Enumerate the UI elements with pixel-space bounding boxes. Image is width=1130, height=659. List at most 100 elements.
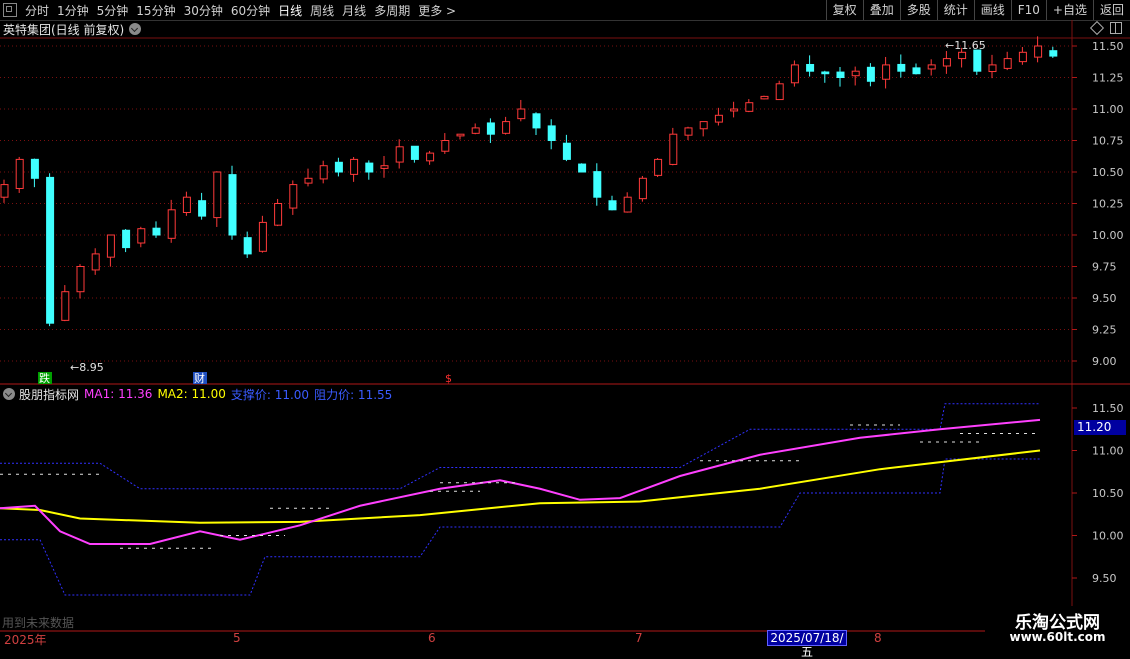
period-tab-3[interactable]: 15分钟 bbox=[132, 2, 179, 19]
candle-body bbox=[851, 70, 860, 77]
period-tab-8[interactable]: 月线 bbox=[338, 2, 370, 19]
event-marker-bg bbox=[38, 372, 52, 384]
ma2-label: MA2: 11.00 bbox=[157, 387, 226, 401]
candle-body bbox=[593, 171, 602, 198]
toolbar-button-5[interactable]: F10 bbox=[1010, 0, 1046, 20]
candle-body bbox=[897, 63, 906, 72]
indicator-name: 股朋指标网 bbox=[19, 387, 80, 402]
candle-body bbox=[182, 196, 191, 213]
event-marker: 财 bbox=[194, 371, 205, 385]
watermark-url: www.60lt.com bbox=[1009, 630, 1106, 644]
candle-body bbox=[654, 158, 663, 176]
price-tick-label: 9.75 bbox=[1092, 261, 1117, 274]
price-tick-label: 11.50 bbox=[1092, 40, 1124, 53]
candle-body bbox=[988, 64, 997, 73]
indicator-title-bar: 股朋指标网 MA1: 11.36 MA2: 11.00 支撑价: 11.00 阻… bbox=[3, 386, 397, 402]
candle-body bbox=[76, 266, 85, 293]
indicator-tick-label: 11.50 bbox=[1092, 402, 1124, 415]
candle-body bbox=[958, 51, 967, 60]
candle-body bbox=[319, 165, 328, 180]
toolbar-button-3[interactable]: 统计 bbox=[936, 0, 974, 20]
candle-body bbox=[745, 102, 754, 112]
price-tick-label: 11.25 bbox=[1092, 72, 1124, 85]
candle-body bbox=[0, 184, 9, 198]
chart-title: 英特集团(日线 前复权) bbox=[0, 20, 142, 38]
candle-body bbox=[927, 64, 936, 70]
ma1-label: MA1: 11.36 bbox=[84, 387, 153, 401]
stock-title: 英特集团(日线 前复权) bbox=[3, 22, 125, 37]
date-label-year: 2025年 bbox=[4, 633, 47, 647]
candle-body bbox=[502, 121, 511, 134]
candle-body bbox=[152, 227, 161, 236]
candle-body bbox=[122, 229, 131, 249]
toolbar-actions: 复权 叠加 多股 统计 画线 F10 +自选 返回 bbox=[825, 0, 1130, 20]
candle-body bbox=[61, 291, 70, 321]
period-toolbar: 分时 1分钟 5分钟 15分钟 30分钟 60分钟 日线 周线 月线 多周期 更多 > 复权 叠加 多股… bbox=[0, 0, 1130, 21]
toolbar-button-4[interactable]: 画线 bbox=[973, 0, 1011, 20]
candle-body bbox=[730, 108, 739, 112]
candle-body bbox=[775, 83, 784, 101]
candle-body bbox=[15, 158, 24, 189]
candle-body bbox=[806, 63, 815, 72]
period-tab-7[interactable]: 周线 bbox=[306, 2, 338, 19]
date-label-jul: 7 bbox=[635, 631, 643, 645]
period-tab-4[interactable]: 30分钟 bbox=[180, 2, 227, 19]
diamond-icon[interactable] bbox=[1089, 20, 1105, 36]
ma1-line bbox=[0, 418, 1041, 545]
candle-body bbox=[1003, 58, 1012, 69]
chevron-down-icon[interactable] bbox=[129, 23, 142, 35]
candle-body bbox=[304, 177, 313, 184]
split-panel-icon[interactable] bbox=[1110, 22, 1122, 34]
period-tab-9[interactable]: 多周期 bbox=[370, 2, 414, 19]
candle-body bbox=[258, 221, 267, 252]
candle-body bbox=[608, 200, 617, 211]
price-tick-label: 10.75 bbox=[1092, 135, 1124, 148]
candle-body bbox=[198, 200, 207, 217]
chevron-down-icon[interactable] bbox=[3, 388, 15, 400]
period-tab-1[interactable]: 1分钟 bbox=[53, 2, 93, 19]
price-tick-label: 9.25 bbox=[1092, 324, 1117, 337]
low-price-label: ←8.95 bbox=[70, 361, 104, 374]
price-tick-label: 10.25 bbox=[1092, 198, 1124, 211]
candle-body bbox=[1049, 50, 1058, 57]
candle-body bbox=[243, 237, 252, 255]
toolbar-button-2[interactable]: 多股 bbox=[899, 0, 937, 20]
lower-band-line bbox=[0, 458, 1040, 596]
period-tab-5[interactable]: 60分钟 bbox=[227, 2, 274, 19]
date-label-aug: 8 bbox=[874, 631, 882, 645]
ma2-line bbox=[0, 449, 1041, 524]
toolbar-button-0[interactable]: 复权 bbox=[825, 0, 863, 20]
period-tab-0[interactable]: 分时 bbox=[21, 2, 53, 19]
period-tab-6[interactable]: 日线 bbox=[274, 2, 306, 19]
price-tick-label: 10.50 bbox=[1092, 166, 1124, 179]
period-tab-10[interactable]: 更多 > bbox=[414, 2, 460, 19]
price-tick-label: 10.00 bbox=[1092, 229, 1124, 242]
candle-body bbox=[137, 228, 146, 244]
toolbar-button-7[interactable]: 返回 bbox=[1092, 0, 1130, 20]
candle-body bbox=[821, 71, 830, 75]
candle-body bbox=[1034, 45, 1043, 58]
candle-body bbox=[790, 64, 799, 84]
toolbar-button-1[interactable]: 叠加 bbox=[862, 0, 900, 20]
period-tabs: 分时 1分钟 5分钟 15分钟 30分钟 60分钟 日线 周线 月线 多周期 更多 > bbox=[0, 0, 460, 20]
candle-body bbox=[638, 177, 647, 200]
period-tab-2[interactable]: 5分钟 bbox=[93, 2, 133, 19]
resist-label: 阻力价: 11.55 bbox=[314, 387, 393, 402]
kline-chart[interactable]: 11.50 11.25 11.00 10.75 10.50 10.25 10.00 9.75 9… bbox=[0, 0, 1130, 650]
candle-body bbox=[350, 158, 359, 175]
candle-body bbox=[380, 165, 389, 169]
candle-body bbox=[760, 95, 769, 100]
candle-body bbox=[942, 58, 951, 67]
upper-band-line bbox=[0, 403, 1040, 490]
candle-body bbox=[623, 196, 632, 213]
toolbar-button-6[interactable]: +自选 bbox=[1045, 0, 1093, 20]
candle-body bbox=[973, 49, 982, 72]
candle-body bbox=[699, 121, 708, 130]
candle-body bbox=[30, 158, 39, 179]
candle-body bbox=[866, 66, 875, 82]
candle-body bbox=[669, 133, 678, 165]
indicator-tick-label: 10.00 bbox=[1092, 530, 1124, 543]
current-price-box: 11.20 bbox=[1074, 420, 1126, 435]
event-marker: 跌 bbox=[39, 371, 50, 385]
window-layout-icon[interactable] bbox=[3, 3, 17, 17]
